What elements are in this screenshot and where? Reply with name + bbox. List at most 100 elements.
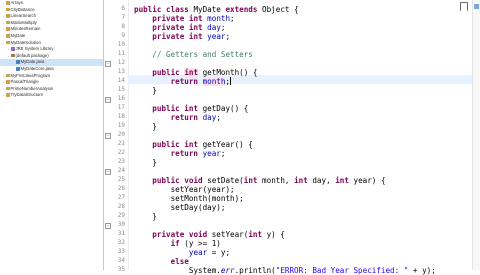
project-icon xyxy=(6,40,10,45)
code-line-30: private void setYear(int y) { xyxy=(134,230,285,239)
explorer-item[interactable]: › (default package) xyxy=(0,53,103,60)
code-text: (y >= 1) xyxy=(184,239,221,248)
explorer-item[interactable]: MyDate.java xyxy=(0,59,103,66)
line-number-gutter: 6 7 8 9 10 11 12−13 14 15 16−17 18 19 20−21 22 23 24−25… xyxy=(104,0,129,273)
line-number: 6 xyxy=(121,5,125,12)
fold-toggle-icon[interactable]: − xyxy=(105,133,111,139)
explorer-item-label: JRE System Library xyxy=(15,46,54,52)
explorer-item[interactable]: › MyFirstJavaProgram xyxy=(0,73,103,80)
explorer-item[interactable]: › PascalTriangle xyxy=(0,79,103,86)
explorer-item[interactable]: › LinearSearch xyxy=(0,13,103,20)
field: month xyxy=(202,77,226,86)
project-icon xyxy=(6,14,10,18)
code-line-27: setDay(day); xyxy=(134,203,226,212)
fold-toggle-icon[interactable]: − xyxy=(105,61,111,67)
line-number: 21 xyxy=(117,140,125,147)
code-text: Object { xyxy=(257,5,299,14)
explorer-item[interactable]: › JRE System Library xyxy=(0,46,103,53)
keyword: else xyxy=(170,257,189,266)
field: year xyxy=(202,149,221,158)
project-icon xyxy=(6,1,10,5)
line-number: 34 xyxy=(117,257,125,264)
lib-icon xyxy=(11,47,15,51)
explorer-item[interactable]: › MyDate xyxy=(0,33,103,40)
explorer-item-label: TryDataStructure xyxy=(10,92,44,98)
line-number: 32 xyxy=(117,239,125,246)
line-number: 8 xyxy=(121,23,125,30)
line-number: 26 xyxy=(117,185,125,192)
code-line-8: private int day; xyxy=(152,23,226,32)
code-line-11: // Getters and Setters xyxy=(134,50,253,59)
line-number: 30 xyxy=(117,221,125,228)
code-line-22: } xyxy=(134,158,157,167)
code-text: setYear( xyxy=(211,230,249,239)
overview-ruler[interactable] xyxy=(472,0,480,270)
code-text: } xyxy=(152,122,157,131)
explorer-item-label: PrimeNumberAnalysis xyxy=(10,85,54,91)
explorer-item[interactable]: › Arrays xyxy=(0,0,103,7)
comment: // Getters and Setters xyxy=(152,50,253,59)
code-line-32: year = y; xyxy=(134,248,230,257)
explorer-item[interactable]: › MatrixMultiply xyxy=(0,20,103,27)
code-text: getMonth() { xyxy=(198,68,258,77)
code-line-18: } xyxy=(134,122,157,131)
explorer-item[interactable]: › MinutesRemain xyxy=(0,26,103,33)
keyword: public int xyxy=(152,140,203,149)
explorer-item[interactable]: › PrimeNumberAnalysis xyxy=(0,86,103,93)
scroll-indicator-icon[interactable] xyxy=(460,2,468,11)
package-explorer: › Arrays › CityDistance › LinearSearch › Matrix… xyxy=(0,0,104,270)
fold-toggle-icon[interactable]: − xyxy=(105,169,111,175)
explorer-item-label: MyDate xyxy=(10,32,26,38)
keyword: return xyxy=(170,77,203,86)
line-number: 29 xyxy=(117,212,125,219)
code-text: getDay() { xyxy=(202,104,249,113)
explorer-item[interactable]: › CityDistance xyxy=(0,7,103,14)
line-number: 7 xyxy=(121,14,125,21)
keyword: int xyxy=(294,176,313,185)
fold-toggle-icon[interactable]: − xyxy=(105,223,111,229)
code-line-21: return year; xyxy=(170,149,226,158)
code-line-31: if (y >= 1) xyxy=(134,239,221,248)
pkg-icon xyxy=(11,53,15,58)
keyword: private void xyxy=(152,230,212,239)
explorer-item[interactable]: › MyDateSolution xyxy=(0,40,103,47)
fold-toggle-icon[interactable]: − xyxy=(105,97,111,103)
code-area[interactable]: public class MyDate extends Object { pri… xyxy=(134,0,460,275)
explorer-item-label: (default package) xyxy=(15,52,49,58)
code-text: + y); xyxy=(408,266,436,275)
line-number: 31 xyxy=(117,230,125,237)
line-number: 13 xyxy=(117,68,125,75)
keyword: return xyxy=(170,149,203,158)
text-caret xyxy=(230,77,231,85)
line-number: 22 xyxy=(117,149,125,156)
code-line-16: public int getDay() { xyxy=(134,104,248,113)
keyword: private int xyxy=(152,23,208,32)
keyword: public void xyxy=(152,176,208,185)
keyword: public xyxy=(152,68,185,77)
project-icon xyxy=(6,7,10,12)
code-line-12: public int getMonth() { xyxy=(134,68,257,77)
project-icon xyxy=(6,27,10,31)
code-editor[interactable]: 6 7 8 9 10 11 12−13 14 15 16−17 18 19 20−21 22 23 24−25… xyxy=(104,0,480,275)
code-line-26: setMonth(month); xyxy=(134,194,244,203)
ruler-marker xyxy=(474,4,479,9)
explorer-item[interactable]: MyDateCore.java xyxy=(0,66,103,73)
keyword: public int xyxy=(152,104,203,113)
project-icon xyxy=(6,80,10,84)
line-number: 15 xyxy=(117,86,125,93)
code-text: setMonth(month); xyxy=(170,194,244,203)
line-number: 18 xyxy=(117,113,125,120)
code-text: getYear() { xyxy=(202,140,253,149)
code-line-13: return month; xyxy=(170,77,231,86)
code-line-24: public void setDate(int month, int day, … xyxy=(134,176,385,185)
project-icon xyxy=(6,73,10,78)
line-number: 17 xyxy=(117,104,125,111)
keyword: int xyxy=(184,68,199,77)
code-text: day, xyxy=(312,176,336,185)
line-number: 12 xyxy=(117,59,125,66)
line-number: 25 xyxy=(117,176,125,183)
explorer-item-label: CityDistance xyxy=(10,6,35,12)
line-number: 11 xyxy=(117,50,125,57)
code-text: setDay(day); xyxy=(170,203,226,212)
explorer-item[interactable]: › TryDataStructure xyxy=(0,92,103,99)
